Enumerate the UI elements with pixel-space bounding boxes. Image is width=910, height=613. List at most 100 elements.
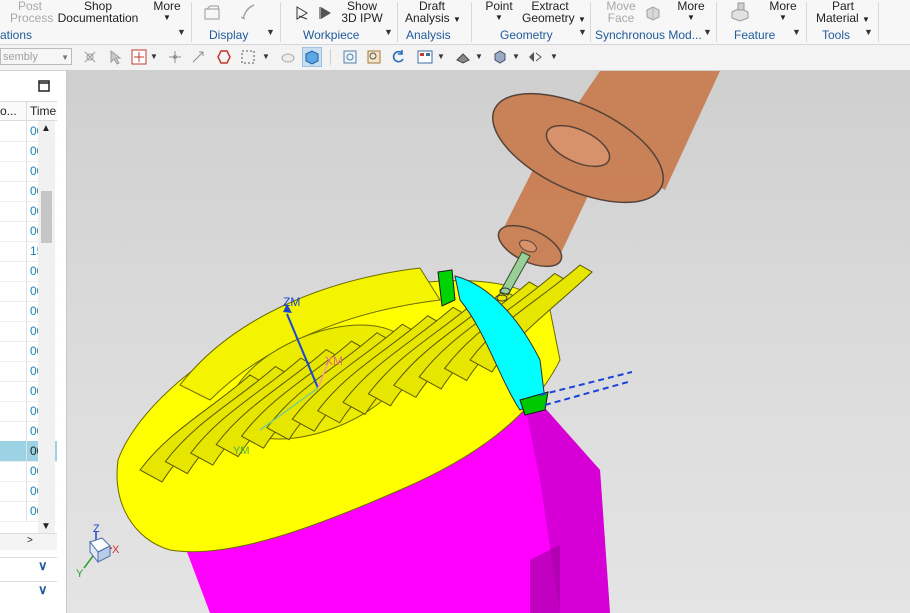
scroll-right-arrow[interactable]: > [27, 535, 33, 546]
row-name-cell [0, 121, 27, 141]
snap-view-icon[interactable] [527, 49, 543, 65]
row-name-cell [0, 301, 27, 321]
row-name-cell [0, 281, 27, 301]
play-icon[interactable] [294, 5, 310, 24]
zm-axis-label: ZM [283, 295, 301, 309]
chevron-down-icon[interactable]: ▼ [550, 52, 558, 61]
group-dropdown-icon[interactable]: ▼ [703, 27, 712, 37]
select-box-icon[interactable] [131, 49, 147, 65]
panel-section-expand[interactable]: ∨ [0, 557, 57, 576]
chevron-down-icon[interactable]: ▼ [512, 52, 520, 61]
chevron-down-icon: ▼ [453, 15, 461, 24]
chevron-down-icon[interactable]: ▼ [150, 52, 158, 61]
triad-x-label: X [112, 544, 120, 556]
col-time-header[interactable]: Time [30, 104, 56, 118]
snap-vector-icon[interactable] [190, 49, 206, 65]
wire-body-icon[interactable] [280, 49, 296, 65]
triad-y-label: Y [76, 568, 84, 580]
chevron-down-icon: ▼ [61, 53, 69, 62]
vertical-scrollbar[interactable]: ▲ ▼ [38, 121, 55, 537]
shop-documentation-button[interactable]: Shop Documentation [56, 0, 140, 24]
orient-cube-icon[interactable] [492, 49, 508, 65]
render-style-icon[interactable] [455, 49, 471, 65]
chevron-down-icon: ▼ [495, 13, 503, 22]
fit-view-icon[interactable] [342, 49, 358, 65]
shaded-cube-icon[interactable] [302, 47, 322, 67]
chevron-down-icon[interactable]: ▼ [262, 52, 270, 61]
display-icon-2[interactable] [240, 3, 256, 24]
rotate-icon[interactable] [390, 49, 406, 65]
scroll-up-arrow[interactable]: ▲ [41, 123, 51, 134]
chevron-down-icon: ▼ [687, 13, 695, 22]
selection-toolbar: sembly ▼ ▼ ▼ ▼ ▼ ▼ ▼ [0, 45, 910, 71]
group-label-operations: ations [0, 28, 33, 42]
row-name-cell [0, 141, 27, 161]
post-process-button[interactable]: Post Process [10, 0, 53, 24]
group-label-tools: Tools [822, 28, 851, 42]
group-dropdown-icon[interactable]: ▼ [864, 27, 873, 37]
maximize-icon[interactable] [38, 80, 50, 92]
row-name-cell [0, 401, 27, 421]
group-dropdown-icon[interactable]: ▼ [578, 27, 587, 37]
group-label-geometry: Geometry [500, 28, 553, 42]
pointer-icon[interactable] [108, 49, 124, 65]
box-select-icon[interactable] [240, 49, 256, 65]
point-button[interactable]: Point ▼ [482, 0, 516, 24]
group-dropdown-icon[interactable]: ▼ [266, 27, 275, 37]
draft-analysis-button[interactable]: Draft Analysis ▼ [405, 0, 461, 26]
panel-section-expand[interactable]: ∨ [0, 581, 57, 600]
row-name-cell [0, 201, 27, 221]
graphics-viewport[interactable]: ZM XM YM Z X Y [67, 71, 910, 613]
row-name-cell [0, 341, 27, 361]
feature-icon[interactable] [728, 2, 754, 25]
row-name-cell [0, 421, 27, 441]
type-filter-combo[interactable]: sembly ▼ [0, 48, 72, 65]
ym-axis-label: YM [233, 445, 250, 457]
more-sync-button[interactable]: More ▼ [674, 0, 708, 24]
play-step-icon[interactable] [318, 5, 334, 24]
col-name-header[interactable]: o... [0, 104, 17, 118]
group-label-feature: Feature [734, 28, 776, 42]
chevron-down-icon: ▼ [862, 15, 870, 24]
scroll-down-arrow[interactable]: ▼ [41, 521, 51, 532]
row-name-cell [0, 381, 27, 401]
row-name-cell [0, 481, 27, 501]
row-name-cell [0, 241, 27, 261]
hexagon-icon[interactable] [216, 49, 232, 65]
chevron-down-icon: ∨ [38, 558, 48, 573]
cad-model-render [83, 71, 720, 613]
group-label-workpiece: Workpiece [303, 28, 360, 42]
snap-point-icon[interactable] [167, 49, 183, 65]
row-name-cell [0, 361, 27, 381]
zoom-window-icon[interactable] [366, 49, 382, 65]
group-dropdown-icon[interactable]: ▼ [177, 27, 186, 37]
group-dropdown-icon[interactable]: ▼ [792, 27, 801, 37]
row-name-cell [0, 161, 27, 181]
layout-icon[interactable] [417, 49, 433, 65]
scroll-thumb[interactable] [41, 191, 52, 243]
chevron-down-icon: ▼ [779, 13, 787, 22]
chevron-down-icon: ∨ [38, 582, 48, 597]
tool-holder [492, 71, 720, 268]
ribbon: Post Process Shop Documentation More ▼ a… [0, 0, 910, 45]
show-3d-ipw-button[interactable]: Show 3D IPW [340, 0, 384, 24]
chevron-down-icon[interactable]: ▼ [437, 52, 445, 61]
group-dropdown-icon[interactable]: ▼ [384, 27, 393, 37]
sync-cube-icon[interactable] [644, 4, 662, 25]
more-operations-button[interactable]: More ▼ [150, 0, 184, 24]
display-icon-1[interactable] [203, 5, 221, 24]
horizontal-scrollbar[interactable]: > [0, 533, 57, 550]
move-face-button[interactable]: Move Face [605, 0, 637, 24]
part-material-button[interactable]: Part Material ▼ [815, 0, 871, 26]
more-feature-button[interactable]: More ▼ [766, 0, 800, 24]
row-name-cell [0, 501, 27, 521]
extract-geometry-button[interactable]: Extract Geometry ▼ [522, 0, 586, 26]
row-name-cell [0, 181, 27, 201]
snap-arrows-icon[interactable] [82, 49, 98, 65]
chevron-down-icon[interactable]: ▼ [475, 52, 483, 61]
group-label-synchronous-modeling: Synchronous Mod... [595, 28, 702, 42]
row-name-cell [0, 441, 27, 461]
chevron-down-icon: ▼ [578, 15, 586, 24]
row-name-cell [0, 221, 27, 241]
operation-navigator: o... Time 00 00 00 00 00 00 15 00 00 00 00 00 00 00 00… [0, 71, 67, 613]
